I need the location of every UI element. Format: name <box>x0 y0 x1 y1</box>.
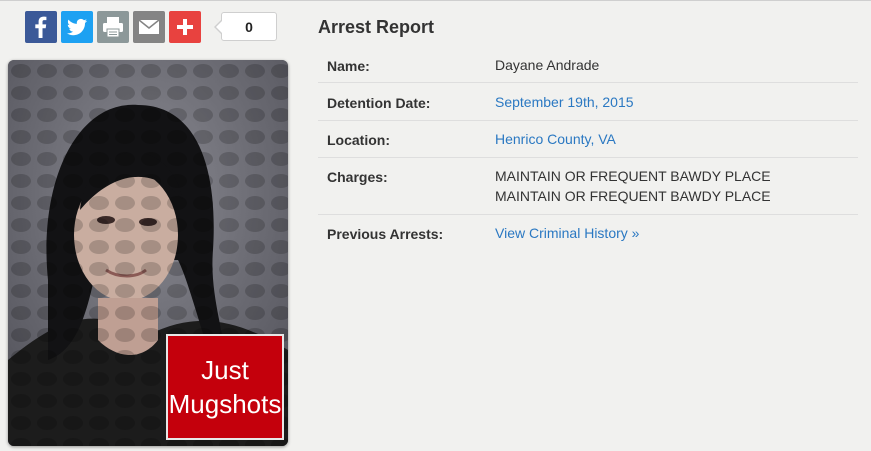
email-share-button[interactable] <box>133 11 165 43</box>
more-share-button[interactable] <box>169 11 201 43</box>
logo-line-1: Just <box>201 355 249 385</box>
location-link[interactable]: Henrico County, VA <box>495 129 616 149</box>
charges-label: Charges: <box>327 169 388 185</box>
mugshot-photo: Just Mugshots <box>8 60 288 446</box>
detention-date-link[interactable]: September 19th, 2015 <box>495 92 634 112</box>
envelope-icon <box>138 19 160 34</box>
logo-line-2: Mugshots <box>168 389 282 419</box>
view-criminal-history-link[interactable]: View Criminal History » <box>495 223 639 243</box>
detention-date-label: Detention Date: <box>327 95 431 111</box>
share-bar <box>25 11 201 43</box>
page-title: Arrest Report <box>318 17 435 37</box>
facebook-icon <box>35 16 47 38</box>
detention-date-row: Detention Date: September 19th, 2015 <box>318 83 858 121</box>
share-count: 0 <box>221 12 277 41</box>
charges-list: MAINTAIN OR FREQUENT BAWDY PLACE MAINTAI… <box>495 166 771 206</box>
twitter-share-button[interactable] <box>61 11 93 43</box>
location-row: Location: Henrico County, VA <box>318 121 858 158</box>
charge-item: MAINTAIN OR FREQUENT BAWDY PLACE <box>495 188 771 204</box>
facebook-share-button[interactable] <box>25 11 57 43</box>
name-value: Dayane Andrade <box>495 57 600 73</box>
printer-icon <box>103 17 123 38</box>
print-button[interactable] <box>97 11 129 43</box>
location-label: Location: <box>327 132 390 148</box>
name-label: Name: <box>327 58 370 74</box>
charge-item: MAINTAIN OR FREQUENT BAWDY PLACE <box>495 168 771 184</box>
share-count-pointer-fill <box>216 21 222 33</box>
just-mugshots-logo: Just Mugshots <box>166 334 284 440</box>
top-divider <box>0 0 871 1</box>
twitter-icon <box>67 18 87 36</box>
name-row: Name: Dayane Andrade <box>318 46 858 83</box>
charges-row: Charges: MAINTAIN OR FREQUENT BAWDY PLAC… <box>318 158 858 215</box>
plus-icon <box>177 19 193 35</box>
previous-arrests-label: Previous Arrests: <box>327 226 444 242</box>
